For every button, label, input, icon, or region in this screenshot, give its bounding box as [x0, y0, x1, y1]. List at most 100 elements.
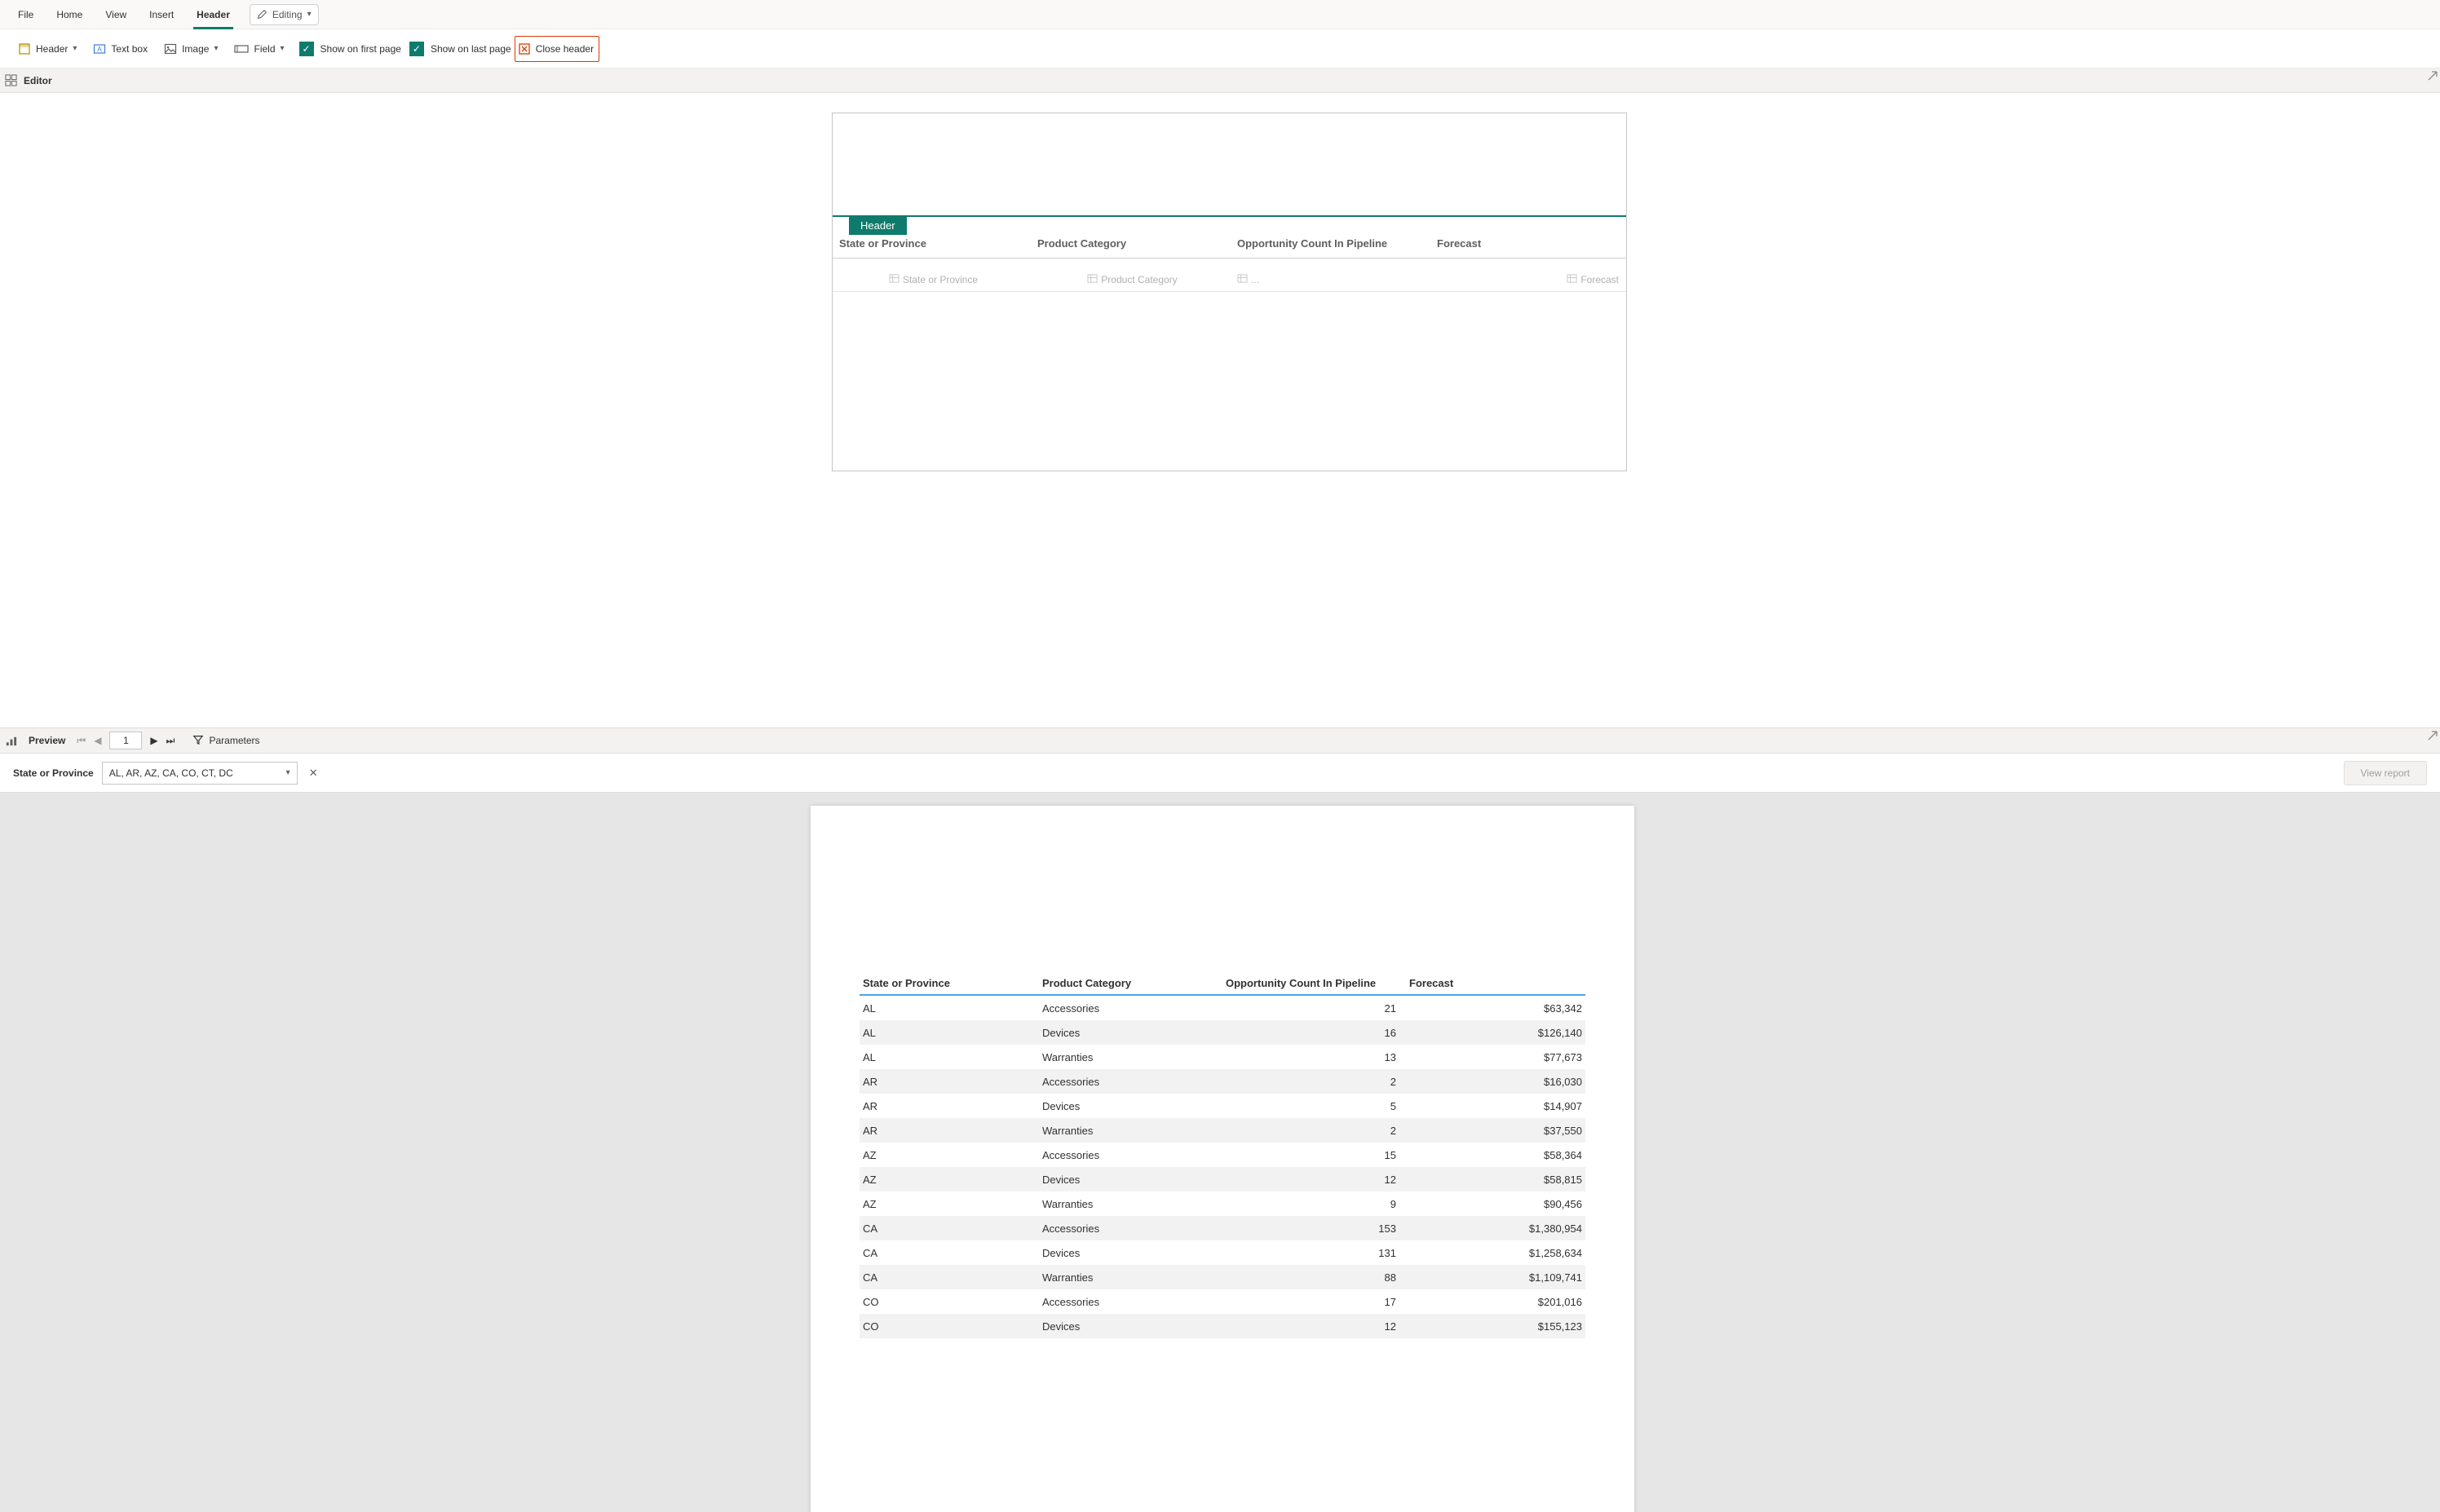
cell-state: CA: [860, 1247, 1039, 1259]
cell-forecast: $155,123: [1406, 1320, 1585, 1333]
cell-forecast: $14,907: [1406, 1100, 1585, 1112]
view-report-button[interactable]: View report: [2344, 761, 2427, 785]
cell-count: 153: [1222, 1222, 1406, 1235]
header-region-tag[interactable]: Header: [849, 216, 907, 235]
preview-panel-header: Preview ⏮ ◀ 1 ▶ ⏭ Parameters: [0, 727, 2440, 754]
cell-category: Accessories: [1039, 1296, 1222, 1308]
cell-category: Devices: [1039, 1027, 1222, 1039]
editing-mode-button[interactable]: Editing ▾: [250, 4, 319, 25]
ph-forecast: Forecast: [1580, 274, 1619, 285]
cell-forecast: $1,258,634: [1406, 1247, 1585, 1259]
image-button[interactable]: Image ▾: [157, 36, 224, 62]
cell-category: Accessories: [1039, 1222, 1222, 1235]
col-header-forecast[interactable]: Forecast: [1432, 237, 1624, 250]
editing-mode-label: Editing: [272, 9, 303, 20]
editor-canvas-area: Header State or Province Product Categor…: [0, 93, 2440, 727]
table-row: AZWarranties9$90,456: [860, 1191, 1585, 1216]
check-icon: ✓: [299, 42, 314, 56]
cell-category: Warranties: [1039, 1198, 1222, 1210]
filter-icon: [192, 734, 204, 748]
check-icon: ✓: [409, 42, 424, 56]
textbox-button[interactable]: A Text box: [86, 36, 154, 62]
cell-state: CA: [860, 1222, 1039, 1235]
pencil-icon: [257, 9, 267, 20]
col-header-category[interactable]: Product Category: [1032, 237, 1232, 250]
data-icon: [1087, 273, 1098, 286]
editor-panel-header: Editor: [0, 69, 2440, 93]
table-header-row[interactable]: State or Province Product Category Oppor…: [833, 237, 1626, 259]
parameters-button[interactable]: Parameters: [186, 727, 266, 754]
collapse-icon[interactable]: [2427, 70, 2438, 84]
collapse-icon[interactable]: [2427, 730, 2438, 744]
textbox-icon: A: [93, 42, 106, 55]
tab-header[interactable]: Header: [185, 0, 241, 29]
field-label: Field: [254, 43, 275, 55]
table-row: ALDevices16$126,140: [860, 1020, 1585, 1045]
next-page-icon[interactable]: ▶: [150, 735, 157, 746]
cell-state: AL: [860, 1002, 1039, 1015]
close-header-button[interactable]: Close header: [515, 36, 599, 62]
cell-forecast: $126,140: [1406, 1027, 1585, 1039]
report-body: ALAccessories21$63,342ALDevices16$126,14…: [860, 996, 1585, 1338]
close-header-label: Close header: [536, 43, 594, 55]
table-row: ARAccessories2$16,030: [860, 1069, 1585, 1094]
ph-count: ...: [1251, 274, 1259, 285]
cell-category: Devices: [1039, 1174, 1222, 1186]
preview-label: Preview: [29, 735, 65, 746]
editor-label: Editor: [24, 75, 52, 86]
cell-forecast: $63,342: [1406, 1002, 1585, 1015]
show-first-label: Show on first page: [320, 43, 401, 55]
table-data-placeholder-row[interactable]: State or Province Product Category ... F…: [833, 273, 1626, 292]
report-canvas[interactable]: Header State or Province Product Categor…: [832, 113, 1627, 471]
header-icon: [18, 42, 31, 55]
col-header-count[interactable]: Opportunity Count In Pipeline: [1232, 237, 1432, 250]
cell-category: Accessories: [1039, 1149, 1222, 1161]
cell-count: 2: [1222, 1076, 1406, 1088]
cell-state: AZ: [860, 1149, 1039, 1161]
param-state-select[interactable]: AL, AR, AZ, CA, CO, CT, DC ▾: [102, 762, 298, 785]
table-row: CAAccessories153$1,380,954: [860, 1216, 1585, 1240]
data-icon: [1237, 273, 1248, 286]
param-state-label: State or Province: [13, 767, 94, 779]
cell-category: Warranties: [1039, 1051, 1222, 1063]
cell-count: 12: [1222, 1320, 1406, 1333]
rh-count: Opportunity Count In Pipeline: [1222, 977, 1406, 989]
show-last-checkbox[interactable]: ✓ Show on last page: [409, 42, 511, 56]
tab-home[interactable]: Home: [45, 0, 94, 29]
cell-state: AZ: [860, 1198, 1039, 1210]
cell-state: AR: [860, 1125, 1039, 1137]
report-header-row: State or Province Product Category Oppor…: [860, 977, 1585, 996]
chevron-down-icon: ▾: [286, 768, 290, 777]
cell-count: 2: [1222, 1125, 1406, 1137]
cell-count: 9: [1222, 1198, 1406, 1210]
data-icon: [889, 273, 900, 286]
show-first-checkbox[interactable]: ✓ Show on first page: [299, 42, 401, 56]
cell-state: CA: [860, 1271, 1039, 1284]
page-input[interactable]: 1: [109, 732, 142, 749]
header-button[interactable]: Header ▾: [11, 36, 83, 62]
cell-count: 88: [1222, 1271, 1406, 1284]
cell-state: AL: [860, 1051, 1039, 1063]
table-row: AZAccessories15$58,364: [860, 1143, 1585, 1167]
parameters-label: Parameters: [209, 735, 259, 746]
ribbon: Header ▾ A Text box Image ▾ Field ▾ ✓ Sh…: [0, 29, 2440, 69]
field-button[interactable]: Field ▾: [228, 36, 290, 62]
tab-file[interactable]: File: [7, 0, 45, 29]
cell-state: AR: [860, 1076, 1039, 1088]
preview-pane[interactable]: State or Province Product Category Oppor…: [0, 793, 2440, 1512]
clear-param-icon[interactable]: ✕: [309, 767, 318, 780]
tab-insert[interactable]: Insert: [138, 0, 185, 29]
last-page-icon[interactable]: ⏭: [166, 735, 175, 747]
first-page-icon[interactable]: ⏮: [77, 735, 86, 747]
cell-count: 5: [1222, 1100, 1406, 1112]
close-icon: [518, 42, 531, 55]
param-state-value: AL, AR, AZ, CA, CO, CT, DC: [109, 767, 233, 779]
cell-forecast: $90,456: [1406, 1198, 1585, 1210]
field-icon: [234, 43, 249, 55]
tab-view[interactable]: View: [94, 0, 138, 29]
prev-page-icon[interactable]: ◀: [94, 735, 101, 746]
cell-count: 17: [1222, 1296, 1406, 1308]
col-header-state[interactable]: State or Province: [833, 237, 1032, 250]
chevron-down-icon: ▾: [214, 44, 218, 53]
table-row: CADevices131$1,258,634: [860, 1240, 1585, 1265]
